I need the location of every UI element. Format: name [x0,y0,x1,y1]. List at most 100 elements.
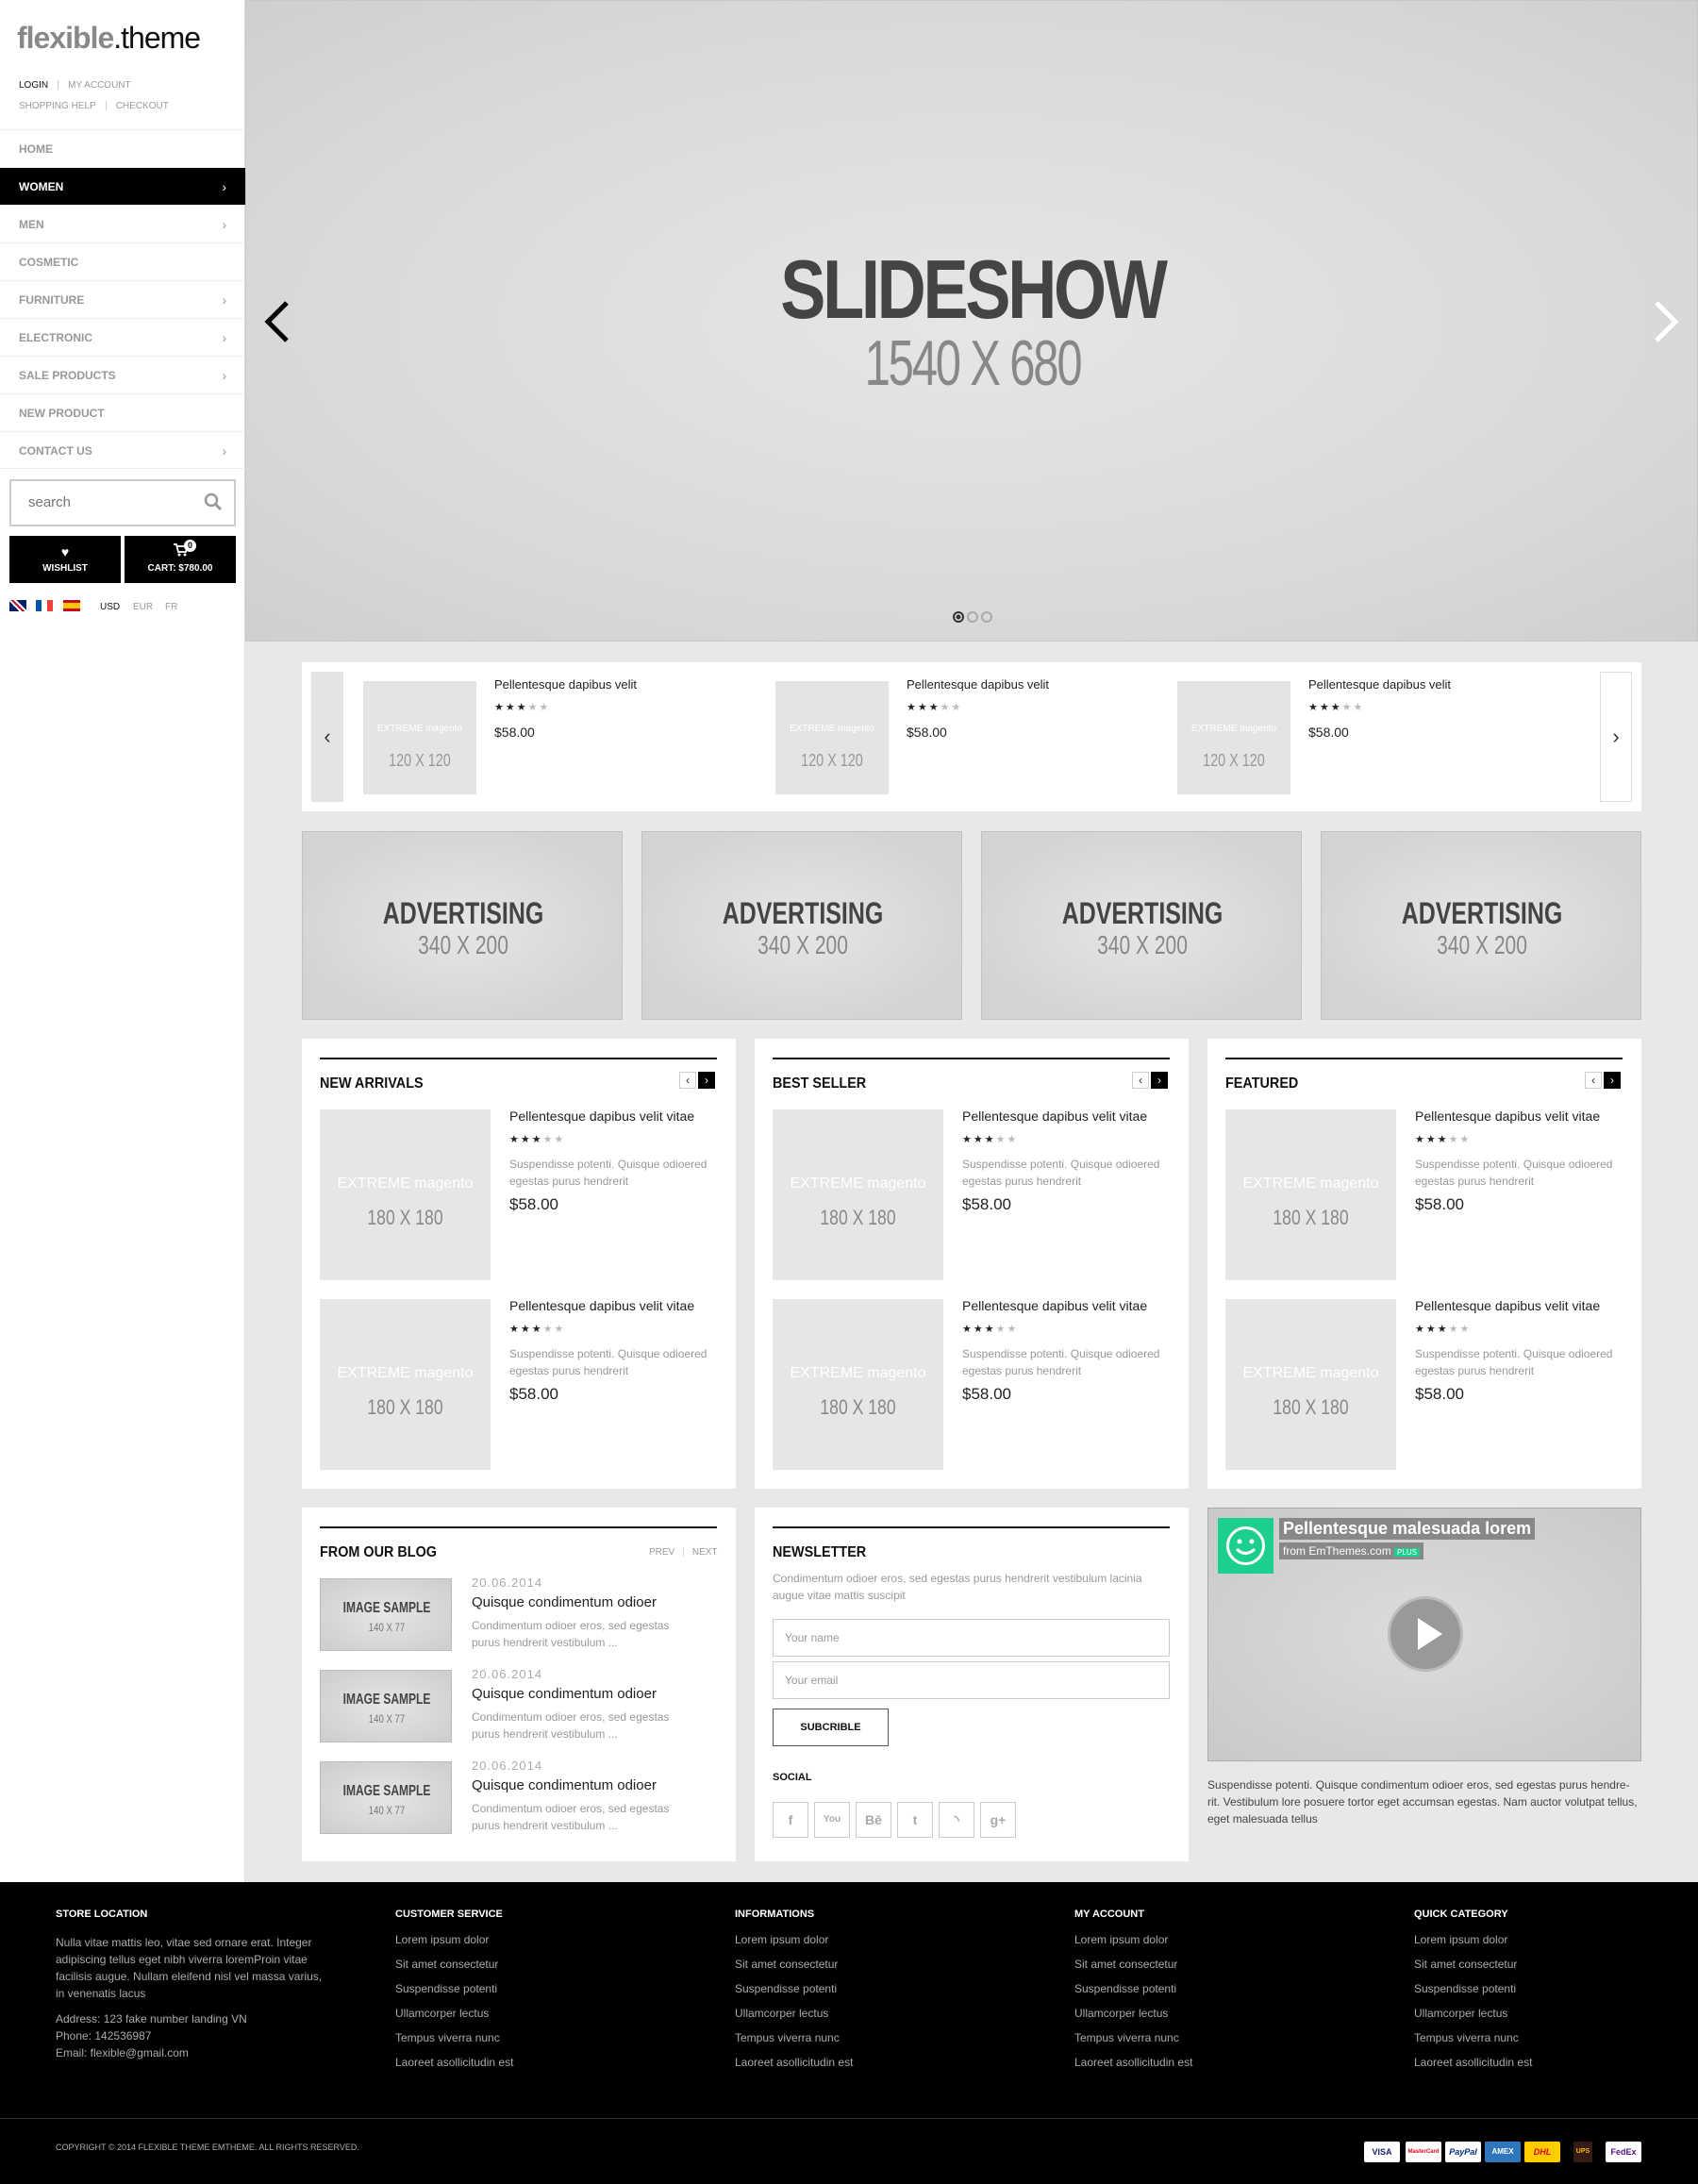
product-name[interactable]: Pellentesque dapibus velit vitae [1415,1298,1600,1313]
blog-image[interactable]: IMAGE SAMPLE 140 X 77 [320,1761,452,1834]
footer-link[interactable]: Suspendisse potenti [735,1982,853,1995]
advertising-banner[interactable]: ADVERTISING 340 X 200 [302,831,623,1020]
video-player[interactable]: Pellentesque malesuada lorem from EmThem… [1207,1508,1641,1761]
nav-item-sale-products[interactable]: SALE PRODUCTS › [0,356,245,393]
panel-prev-button[interactable]: ‹ [679,1072,696,1089]
my-account-link[interactable]: MY ACCOUNT [68,80,131,91]
subscribe-button[interactable]: SUBCRIBLE [773,1709,889,1746]
panel-next-button[interactable]: › [1604,1072,1621,1089]
panel-next-button[interactable]: › [1151,1072,1168,1089]
advertising-banner[interactable]: ADVERTISING 340 X 200 [981,831,1302,1020]
newsletter-name-input[interactable]: Your name [773,1619,1170,1657]
twitter-icon[interactable]: t [897,1802,933,1838]
footer-link[interactable]: Suspendisse potenti [395,1982,513,1995]
footer-link[interactable]: Tempus viverra nunc [735,2031,853,2044]
footer-link[interactable]: Laoreet asollicitudin est [395,2056,513,2069]
logo[interactable]: flexible.theme [17,21,201,56]
currency-eur[interactable]: EUR [133,602,153,612]
flag-es-icon[interactable] [63,600,80,611]
panel-prev-button[interactable]: ‹ [1585,1072,1602,1089]
advertising-banner[interactable]: ADVERTISING 340 X 200 [641,831,962,1020]
carousel-next-button[interactable]: › [1600,672,1632,802]
wishlist-button[interactable]: ♥ WISHLIST [9,536,121,583]
nav-item-furniture[interactable]: FURNITURE › [0,280,245,318]
flag-fr-icon[interactable] [36,600,53,611]
rss-icon[interactable]: ◝ [939,1802,974,1838]
footer-link[interactable]: Lorem ipsum dolor [1074,1933,1192,1946]
product-name[interactable]: Pellentesque dapibus velit [1308,677,1451,692]
nav-item-cosmetic[interactable]: COSMETIC [0,242,245,280]
facebook-icon[interactable]: f [773,1802,808,1838]
product-name[interactable]: Pellentesque dapibus velit [907,677,1049,692]
slide-prev-arrow[interactable] [263,298,291,357]
slide-dot-2[interactable] [967,611,978,623]
nav-item-men[interactable]: MEN › [0,205,245,242]
language-fr[interactable]: FR [165,602,177,612]
blog-post-title[interactable]: Quisque condimentum odioer [472,1777,657,1793]
footer-link[interactable]: Laoreet asollicitudin est [1414,2056,1532,2069]
footer-link[interactable]: Lorem ipsum dolor [735,1933,853,1946]
google-plus-icon[interactable]: g+ [980,1802,1016,1838]
footer-link[interactable]: Lorem ipsum dolor [1414,1933,1532,1946]
nav-item-home[interactable]: HOME [0,129,245,167]
product-image[interactable]: EXTREME magento 180 X 180 [773,1109,943,1280]
blog-prev-link[interactable]: PREV [649,1547,674,1558]
blog-image[interactable]: IMAGE SAMPLE 140 X 77 [320,1670,452,1742]
panel-prev-button[interactable]: ‹ [1132,1072,1149,1089]
blog-post-title[interactable]: Quisque condimentum odioer [472,1594,657,1610]
footer-link[interactable]: Ullamcorper lectus [395,2007,513,2020]
product-name[interactable]: Pellentesque dapibus velit vitae [962,1298,1147,1313]
product-image[interactable]: EXTREME magento 180 X 180 [1225,1299,1396,1470]
nav-item-women[interactable]: WOMEN › [0,167,245,205]
youtube-icon[interactable]: You [814,1802,850,1838]
footer-link[interactable]: Tempus viverra nunc [1074,2031,1192,2044]
slide-dot-1[interactable] [953,611,964,623]
footer-link[interactable]: Laoreet asollicitudin est [1074,2056,1192,2069]
product-name[interactable]: Pellentesque dapibus velit vitae [962,1109,1147,1124]
login-link[interactable]: LOGIN [19,80,48,91]
footer-link[interactable]: Ullamcorper lectus [1414,2007,1532,2020]
footer-link[interactable]: Lorem ipsum dolor [395,1933,513,1946]
footer-link[interactable]: Laoreet asollicitudin est [735,2056,853,2069]
search-input[interactable] [28,494,189,510]
blog-post-title[interactable]: Quisque condimentum odioer [472,1686,657,1702]
nav-item-contact-us[interactable]: CONTACT US › [0,431,245,469]
product-thumb[interactable]: EXTREME magento 120 X 120 [1177,681,1290,794]
footer-link[interactable]: Sit amet consectetur [395,1958,513,1971]
carousel-prev-button[interactable]: ‹ [311,672,343,802]
footer-link[interactable]: Tempus viverra nunc [1414,2031,1532,2044]
product-name[interactable]: Pellentesque dapibus velit vitae [1415,1109,1600,1124]
search-icon[interactable] [204,492,223,516]
behance-icon[interactable]: Bē [856,1802,891,1838]
footer-link[interactable]: Tempus viverra nunc [395,2031,513,2044]
panel-next-button[interactable]: › [698,1072,715,1089]
product-image[interactable]: EXTREME magento 180 X 180 [320,1109,491,1280]
flag-uk-icon[interactable] [9,600,26,611]
play-button[interactable] [1388,1596,1463,1672]
blog-next-link[interactable]: NEXT [692,1547,718,1558]
product-thumb[interactable]: EXTREME magento 120 X 120 [363,681,476,794]
product-thumb[interactable]: EXTREME magento 120 X 120 [775,681,889,794]
product-name[interactable]: Pellentesque dapibus velit [494,677,637,692]
footer-link[interactable]: Ullamcorper lectus [735,2007,853,2020]
advertising-banner[interactable]: ADVERTISING 340 X 200 [1321,831,1641,1020]
footer-link[interactable]: Suspendisse potenti [1414,1982,1532,1995]
footer-link[interactable]: Ullamcorper lectus [1074,2007,1192,2020]
blog-image[interactable]: IMAGE SAMPLE 140 X 77 [320,1578,452,1651]
slide-next-arrow[interactable] [1652,298,1680,357]
product-name[interactable]: Pellentesque dapibus velit vitae [509,1109,694,1124]
product-image[interactable]: EXTREME magento 180 X 180 [1225,1109,1396,1280]
footer-link[interactable]: Sit amet consectetur [1074,1958,1192,1971]
nav-item-new-product[interactable]: NEW PRODUCT [0,393,245,431]
cart-button[interactable]: 0 CART: $780.00 [125,536,236,583]
product-image[interactable]: EXTREME magento 180 X 180 [773,1299,943,1470]
checkout-link[interactable]: CHECKOUT [116,101,169,111]
nav-item-electronic[interactable]: ELECTRONIC › [0,318,245,356]
product-name[interactable]: Pellentesque dapibus velit vitae [509,1298,694,1313]
product-image[interactable]: EXTREME magento 180 X 180 [320,1299,491,1470]
video-title[interactable]: Pellentesque malesuada lorem [1279,1518,1536,1540]
slide-dot-3[interactable] [981,611,992,623]
currency-usd[interactable]: USD [100,602,120,612]
shopping-help-link[interactable]: SHOPPING HELP [19,101,96,111]
newsletter-email-input[interactable]: Your email [773,1661,1170,1699]
